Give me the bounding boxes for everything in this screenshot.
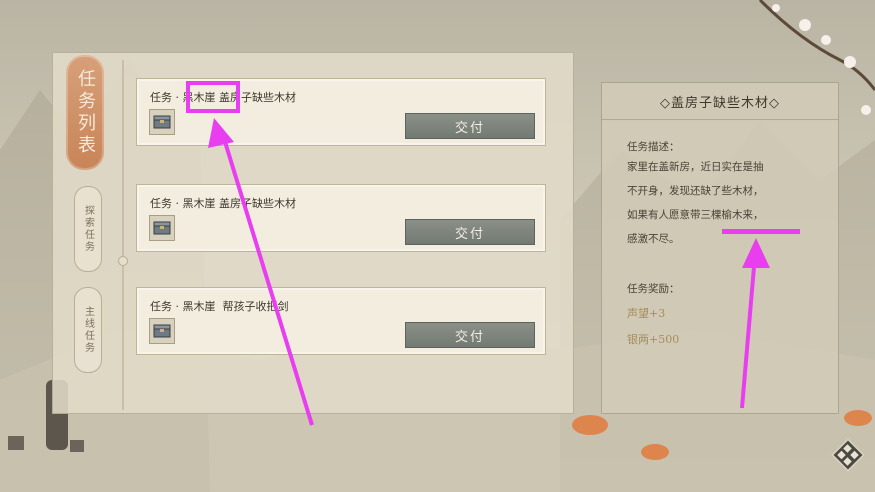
highlight-underline [722, 229, 800, 234]
description-line: 如果有人愿意带三棵榆木来， [627, 209, 764, 221]
tab-divider [122, 60, 124, 410]
highlight-box [186, 81, 240, 113]
detail-title: ◇盖房子缺些木材◇ [602, 83, 838, 120]
reward-reputation: 声望+3 [627, 307, 666, 320]
quest-title: 任务 · 黑木崖 盖房子缺些木材 [150, 197, 296, 210]
diamond-menu-icon[interactable] [830, 437, 866, 473]
description-line: 不开身，发现还缺了些木材， [627, 185, 764, 197]
quest-card[interactable]: 任务 · 黑木崖 盖房子缺些木材 交付 [136, 184, 546, 252]
chest-icon [149, 109, 175, 135]
reward-label: 任务奖励： [627, 283, 680, 295]
tab-quest-list[interactable]: 任务列表 [66, 55, 104, 170]
tab-explore-quests[interactable]: 探索任务 [74, 186, 102, 272]
quest-title: 任务 · 黑木崖 帮孩子收把剑 [150, 300, 289, 313]
description-label: 任务描述： [627, 141, 680, 153]
tab-explore-quests-label: 探索任务 [82, 205, 94, 253]
quest-detail-panel: ◇盖房子缺些木材◇ 任务描述： 家里在盖新房，近日实在是抽 不开身，发现还缺了些… [601, 82, 839, 414]
tab-quest-list-label: 任务列表 [75, 68, 96, 157]
submit-button[interactable]: 交付 [405, 322, 535, 348]
tab-main-quests[interactable]: 主线任务 [74, 287, 102, 373]
description-line: 家里在盖新房，近日实在是抽 [627, 161, 764, 173]
divider-ornament [118, 256, 128, 266]
description-text: 家里在盖新房，近日实在是抽 不开身，发现还缺了些木材， 如果有人愿意带三棵榆木来… [627, 155, 827, 251]
submit-button[interactable]: 交付 [405, 113, 535, 139]
quest-card[interactable]: 任务 · 黑木崖 帮孩子收把剑 交付 [136, 287, 546, 355]
chest-icon [149, 318, 175, 344]
tab-main-quests-label: 主线任务 [82, 306, 94, 354]
submit-button[interactable]: 交付 [405, 219, 535, 245]
chest-icon [149, 215, 175, 241]
reward-silver: 银两+500 [627, 333, 680, 346]
